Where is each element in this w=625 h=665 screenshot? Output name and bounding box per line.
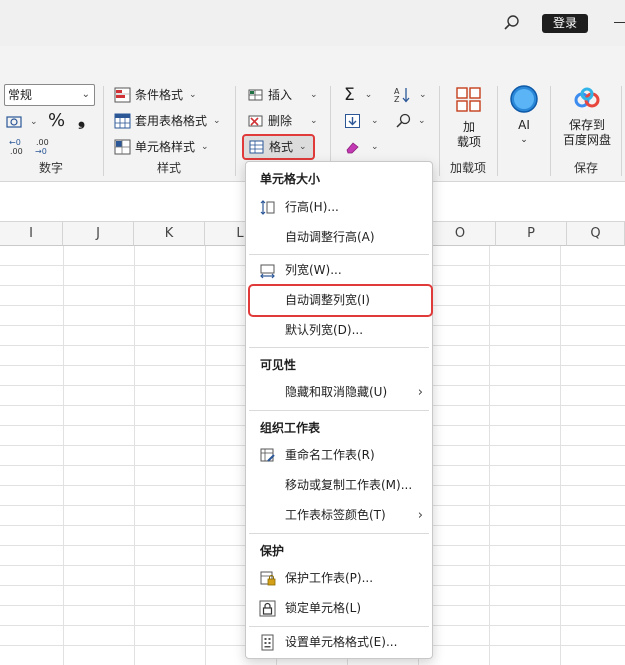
save-group: 保存 (551, 78, 621, 182)
menu-item-column-width[interactable]: 列宽(W)... (249, 256, 429, 285)
row-height-label: 行高(H)... (285, 200, 339, 214)
lock-cell-label: 锁定单元格(L) (285, 601, 362, 615)
sort-filter-button[interactable]: A Z ⌄ (393, 84, 427, 106)
search-icon (396, 113, 411, 128)
eraser-icon (346, 142, 359, 154)
section-cell-size: 单元格大小 (260, 172, 321, 186)
menu-item-rename-sheet[interactable]: 重命名工作表(R) (249, 441, 429, 470)
format-cells-label: 设置单元格格式(E)... (285, 635, 398, 649)
column-header-j[interactable]: J (63, 222, 134, 246)
column-header-q[interactable]: Q (567, 222, 625, 246)
menu-item-hide-unhide[interactable]: 隐藏和取消隐藏(U) › (249, 378, 429, 407)
format-cells-icon (261, 634, 274, 651)
save-group-label: 保存 (573, 161, 598, 175)
chevron-down-icon: ⌄ (299, 142, 307, 152)
find-select-button[interactable]: ⌄ (395, 110, 426, 132)
format-icon (249, 140, 264, 154)
move-copy-label: 移动或复制工作表(M)... (285, 478, 413, 492)
column-header-i[interactable]: I (0, 222, 63, 246)
chevron-down-icon: ⌄ (418, 116, 426, 126)
menu-separator (249, 410, 429, 411)
chevron-down-icon: ⌄ (371, 116, 379, 126)
delete-button[interactable]: 删除 ⌄ (247, 110, 318, 132)
ai-orb-icon (510, 85, 538, 113)
lock-icon (259, 600, 276, 617)
chevron-down-icon: ⌄ (371, 142, 379, 152)
ribbon-tab-strip (0, 46, 625, 78)
chevron-right-icon: › (417, 385, 423, 400)
default-width-label: 默认列宽(D)... (285, 323, 364, 337)
title-bar: 登录 (0, 0, 625, 46)
insert-label: 插入 (268, 88, 293, 102)
column-header-p[interactable]: P (496, 222, 567, 246)
autofit-column-label: 自动调整列宽(I) (285, 293, 370, 307)
chevron-right-icon: › (417, 508, 423, 523)
login-button[interactable]: 登录 (542, 14, 588, 33)
menu-separator (249, 533, 429, 534)
insert-button[interactable]: 插入 ⌄ (247, 84, 318, 106)
styles-group: 样式 (104, 78, 234, 182)
ai-label: AI (518, 118, 530, 132)
menu-item-format-cells[interactable]: 设置单元格格式(E)... (249, 628, 429, 657)
fill-down-icon (345, 114, 360, 128)
delete-label: 删除 (268, 114, 293, 128)
menu-item-lock-cell[interactable]: 锁定单元格(L) (249, 594, 429, 623)
menu-item-autofit-column[interactable]: 自动调整列宽(I) (248, 284, 433, 317)
autosum-button[interactable]: Σ ⌄ (344, 84, 372, 106)
format-dropdown-menu: 单元格大小 行高(H)... 自动调整行高(A) 列宽(W)... 自动调整列宽… (245, 161, 433, 659)
group-separator (497, 86, 498, 176)
protect-sheet-label: 保护工作表(P)... (285, 571, 374, 585)
chevron-down-icon: ⌄ (520, 135, 528, 145)
svg-text:Z: Z (394, 95, 400, 104)
rename-sheet-icon (260, 448, 275, 462)
menu-item-autofit-row[interactable]: 自动调整行高(A) (249, 223, 429, 252)
format-button[interactable]: 格式 ⌄ (242, 134, 315, 160)
column-header-k[interactable]: K (134, 222, 205, 246)
fill-button[interactable]: ⌄ (344, 110, 379, 132)
menu-item-tab-color[interactable]: 工作表标签颜色(T) › (249, 501, 429, 530)
menu-item-default-width[interactable]: 默认列宽(D)... (249, 316, 429, 345)
minimize-button[interactable] (614, 22, 625, 23)
addins-group: 加载项 (440, 78, 496, 182)
chevron-down-icon: ⌄ (419, 90, 427, 100)
menu-separator (249, 626, 429, 627)
section-visibility: 可见性 (260, 358, 297, 372)
insert-icon (248, 89, 263, 101)
column-width-label: 列宽(W)... (285, 263, 342, 277)
section-organize-sheets: 组织工作表 (260, 421, 321, 435)
menu-separator (249, 254, 429, 255)
menu-separator (249, 347, 429, 348)
format-label: 格式 (269, 140, 294, 154)
menu-item-row-height[interactable]: 行高(H)... (249, 193, 429, 222)
ai-button[interactable]: AI ⌄ (506, 84, 542, 148)
row-height-icon (260, 200, 275, 215)
group-separator (621, 86, 622, 176)
rename-sheet-label: 重命名工作表(R) (285, 448, 375, 462)
autofit-row-label: 自动调整行高(A) (285, 230, 375, 244)
search-icon (504, 15, 519, 30)
chevron-down-icon: ⌄ (364, 90, 373, 100)
menu-item-move-copy-sheet[interactable]: 移动或复制工作表(M)... (249, 471, 429, 500)
sort-filter-icon: A Z (394, 87, 410, 104)
protect-sheet-icon (260, 571, 276, 586)
clear-button[interactable]: ⌄ (344, 136, 379, 158)
chevron-down-icon: ⌄ (310, 90, 318, 100)
styles-group-label: 样式 (156, 161, 181, 175)
chevron-down-icon: ⌄ (310, 116, 318, 126)
search-button[interactable] (500, 12, 522, 34)
number-group: 数字 (0, 78, 102, 182)
menu-item-protect-sheet[interactable]: 保护工作表(P)... (249, 564, 429, 593)
column-width-icon (260, 264, 275, 279)
sigma-icon: Σ (344, 85, 355, 105)
addins-group-label: 加载项 (449, 161, 486, 175)
hide-unhide-label: 隐藏和取消隐藏(U) (285, 385, 388, 399)
number-group-label: 数字 (38, 161, 63, 175)
delete-icon (248, 115, 263, 127)
section-protect: 保护 (260, 544, 285, 558)
column-header-o[interactable]: O (425, 222, 496, 246)
tab-color-label: 工作表标签颜色(T) (285, 508, 386, 522)
group-separator (235, 86, 236, 176)
